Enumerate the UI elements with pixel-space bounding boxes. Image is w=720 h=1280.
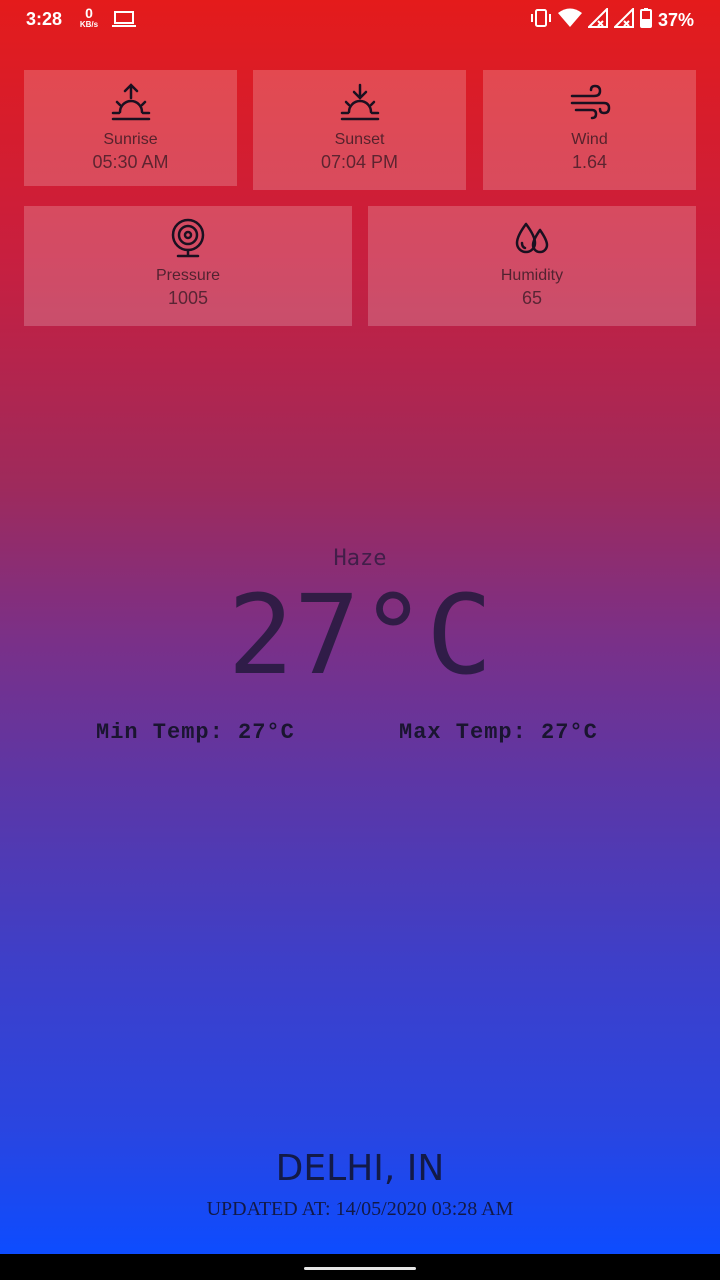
wind-tile: Wind 1.64: [483, 70, 696, 190]
weather-condition: Haze: [333, 546, 387, 571]
network-speed-value: 0: [85, 5, 93, 21]
wifi-icon: [557, 8, 582, 33]
humidity-value: 65: [521, 288, 543, 308]
signal-icon: [612, 6, 634, 33]
wind-value: 1.64: [571, 152, 608, 172]
sunset-label: Sunset: [334, 131, 385, 148]
sunrise-value: 05:30 AM: [92, 152, 169, 172]
humidity-icon: [368, 218, 696, 263]
status-time: 3:28: [26, 9, 63, 29]
city-name: DELHI, IN: [275, 1148, 445, 1189]
wind-label: Wind: [571, 131, 608, 148]
status-bar: 3:28 0 KB/s 37%: [0, 0, 720, 40]
sunrise-tile: Sunrise 05:30 AM: [24, 70, 237, 186]
updated-at: UPDATED AT: 14/05/2020 03:28 AM: [206, 1198, 514, 1220]
sunset-tile: Sunset 07:04 PM: [253, 70, 466, 190]
sunset-icon: [253, 82, 466, 127]
home-gesture-handle[interactable]: [304, 1267, 416, 1270]
min-temp: Min Temp: 27°C: [96, 720, 295, 745]
max-temp: Max Temp: 27°C: [399, 720, 598, 745]
humidity-tile: Humidity 65: [368, 206, 696, 326]
pressure-icon: [24, 218, 352, 263]
vibrate-icon: [530, 8, 552, 33]
network-speed: 0 KB/s: [76, 6, 102, 29]
signal-icon: [586, 6, 608, 33]
sunrise-icon: [24, 82, 237, 127]
battery-percent: 37%: [657, 10, 694, 30]
status-icons: 37%: [530, 6, 694, 33]
laptop-icon: [112, 10, 136, 33]
sunset-value: 07:04 PM: [320, 152, 399, 172]
humidity-label: Humidity: [500, 267, 564, 284]
pressure-label: Pressure: [155, 267, 221, 284]
pressure-tile: Pressure 1005: [24, 206, 352, 326]
battery-icon: [639, 8, 652, 33]
network-speed-unit: KB/s: [79, 20, 99, 29]
current-temperature: 27°C: [227, 571, 493, 699]
pressure-value: 1005: [167, 288, 209, 308]
wind-icon: [483, 82, 696, 127]
sunrise-label: Sunrise: [103, 131, 158, 148]
navigation-bar: [0, 1254, 720, 1280]
